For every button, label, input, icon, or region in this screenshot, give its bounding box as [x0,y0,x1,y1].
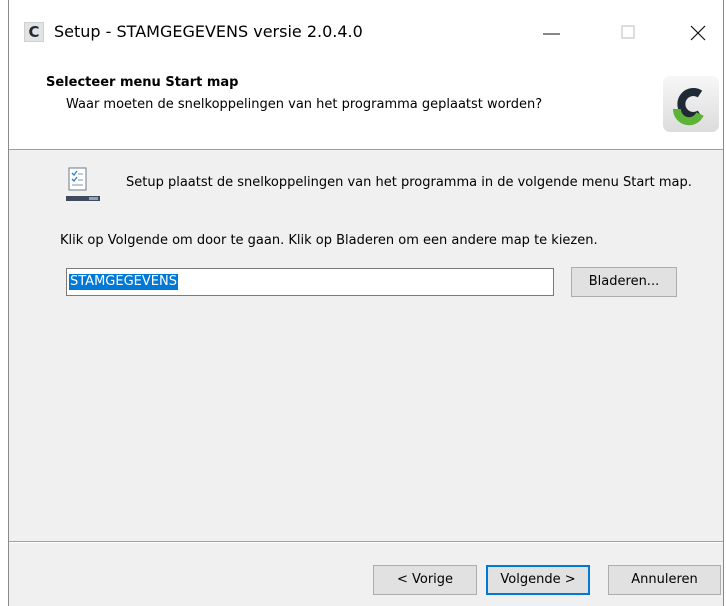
wizard-header: Selecteer menu Start map Waar moeten de … [9,62,723,150]
browse-button[interactable]: Bladeren... [571,267,677,297]
app-icon: C [24,22,44,42]
maximize-icon [621,25,635,39]
page-subtitle: Waar moeten de snelkoppelingen van het p… [66,97,543,112]
footer-divider [9,541,723,543]
close-button[interactable] [675,10,721,56]
start-menu-folder-icon [66,166,100,206]
folder-input-value: STAMGEGEVENS [69,274,178,290]
start-menu-folder-input[interactable]: STAMGEGEVENS [66,268,554,296]
setup-window: C Setup - STAMGEGEVENS versie 2.0.4.0 Se… [8,0,724,606]
instruction-text: Klik op Volgende om door te gaan. Klik o… [60,233,598,248]
title-bar[interactable]: C Setup - STAMGEGEVENS versie 2.0.4.0 [9,0,723,62]
minimize-icon [543,33,560,35]
wizard-content: Setup plaatst de snelkoppelingen van het… [9,150,723,540]
window-title: Setup - STAMGEGEVENS versie 2.0.4.0 [54,22,363,41]
minimize-button[interactable] [529,10,575,56]
back-button[interactable]: < Vorige [373,565,477,595]
description-text: Setup plaatst de snelkoppelingen van het… [126,175,692,190]
cancel-button[interactable]: Annuleren [608,565,721,595]
brand-logo-icon [663,76,719,132]
next-button[interactable]: Volgende > [486,565,590,595]
page-title: Selecteer menu Start map [46,75,239,90]
close-icon [690,25,706,41]
maximize-button[interactable] [605,10,651,56]
